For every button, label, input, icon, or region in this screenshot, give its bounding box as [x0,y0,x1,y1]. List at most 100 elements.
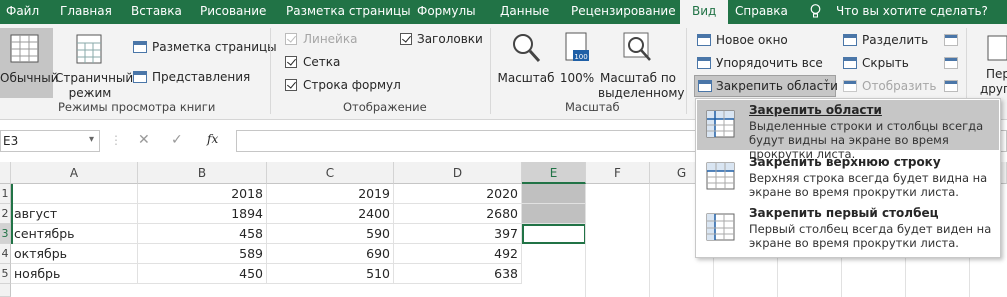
gridlines-checkbox[interactable] [285,56,297,68]
row-header[interactable]: 1 [0,184,11,204]
row-header[interactable]: 2 [0,204,11,224]
name-box[interactable]: E3 ▾ [0,130,100,152]
name-box-value: E3 [3,134,19,148]
page-break-preview-button[interactable]: Разметка страницы [152,40,277,54]
unhide-button[interactable]: Отобразить [862,79,936,93]
zoom-selection-icon [623,32,651,61]
row-header[interactable] [0,284,11,297]
freeze-panes-label: Закрепить области [716,79,838,93]
page-break-preview-icon [133,41,147,53]
hide-button[interactable]: Скрыть [862,56,909,70]
insert-function-icon[interactable]: fx [207,132,218,146]
cell-a4[interactable]: октябрь [11,244,138,264]
cell-a3[interactable]: сентябрь [11,224,138,244]
page-layout-label-2: режим [68,86,112,100]
select-all-corner[interactable] [0,162,11,184]
split-icon [843,34,857,46]
column-header-d[interactable]: D [394,162,522,184]
zoom-selection-label-1: Масштаб по [599,71,677,85]
row-header[interactable]: 4 [0,244,11,264]
menu-item-freeze-top-row[interactable]: Закрепить верхнюю строку Верхняя строка … [697,152,999,202]
freeze-panes-icon [698,80,712,92]
column-header-f[interactable]: F [586,162,650,184]
cell-d2[interactable]: 2680 [394,204,522,224]
custom-views-button[interactable]: Представления [152,70,250,84]
column-header-c[interactable]: C [267,162,394,184]
column-header-b[interactable]: B [138,162,267,184]
freeze-top-row-icon [706,162,735,190]
normal-view-button[interactable]: Обычный [0,28,59,98]
headings-checkbox[interactable] [400,33,412,45]
freeze-first-column-icon [706,213,735,241]
zoom-100-label: 100% [559,71,595,85]
cell-b3[interactable]: 458 [138,224,267,244]
gridline [649,184,650,297]
menu-item-freeze-first-column[interactable]: Закрепить первый столбец Первый столбец … [697,203,999,253]
synchronous-scrolling-icon[interactable] [944,57,958,69]
freeze-panes-icon [706,110,735,138]
zoom-button[interactable]: Масштаб [497,28,555,98]
tab-home[interactable]: Главная [60,0,112,24]
tab-help[interactable]: Справка [735,0,788,24]
ribbon-tab-bar: Файл Главная Вставка Рисование Разметка … [0,0,1007,24]
cancel-icon[interactable]: ✕ [138,132,150,148]
page-layout-icon [76,34,102,64]
cell-c4[interactable]: 690 [267,244,394,264]
split-button[interactable]: Разделить [862,33,928,47]
column-header-a[interactable]: A [11,162,138,184]
row-header[interactable]: 3 [0,224,11,244]
cell-a2[interactable]: август [11,204,138,224]
cell-e2[interactable] [522,204,586,224]
reset-window-position-icon[interactable] [944,80,958,92]
new-window-button[interactable]: Новое окно [716,33,788,47]
cell-a5[interactable]: ноябрь [11,264,138,284]
zoom-to-selection-button[interactable]: Масштаб по выделенному [598,28,684,100]
tab-formulas[interactable]: Формулы [417,0,476,24]
row-header[interactable]: 5 [0,264,11,284]
formula-bar-checkbox[interactable] [285,79,297,91]
switch-windows-label-2[interactable]: другого [980,82,1007,96]
gridline [585,184,586,297]
switch-windows-label-1[interactable]: Пер [986,67,1007,81]
arrange-all-button[interactable]: Упорядочить все [716,56,823,70]
cell-d1[interactable]: 2020 [394,184,522,204]
tab-page-layout[interactable]: Разметка страницы [286,0,411,24]
tab-review[interactable]: Рецензирование [571,0,676,24]
cell-b2[interactable]: 1894 [138,204,267,224]
cell-d5[interactable]: 638 [394,264,522,284]
tab-data[interactable]: Данные [500,0,549,24]
freeze-panes-menu: Закрепить области Выделенные строки и ст… [695,98,1001,258]
cell-c2[interactable]: 2400 [267,204,394,224]
cell-c5[interactable]: 510 [267,264,394,284]
menu-desc: Первый столбец всегда будет виден на экр… [749,222,992,250]
cell-a1[interactable] [11,184,138,204]
ruler-checkbox[interactable] [285,33,297,45]
enter-icon[interactable]: ✓ [171,132,183,148]
tab-file[interactable]: Файл [6,0,39,24]
menu-item-freeze-panes[interactable]: Закрепить области Выделенные строки и ст… [697,100,999,161]
new-window-icon [697,34,711,46]
cell-b5[interactable]: 450 [138,264,267,284]
menu-title: Закрепить первый столбец [749,206,939,220]
cell-d3[interactable]: 397 [394,224,522,244]
lightbulb-icon [810,4,821,19]
tab-insert[interactable]: Вставка [131,0,182,24]
cell-e3-selected[interactable] [522,224,586,244]
tab-draw[interactable]: Рисование [200,0,266,24]
cell-d4[interactable]: 492 [394,244,522,264]
page-layout-button[interactable]: Страничный режим [55,28,133,100]
column-header-e[interactable]: E [522,162,586,184]
zoom-100-button[interactable]: 100 100% [559,28,595,98]
cell-b1[interactable]: 2018 [138,184,267,204]
unhide-icon [843,80,857,92]
freeze-panes-button[interactable]: Закрепить области ˅ [694,75,838,97]
cell-b4[interactable]: 589 [138,244,267,264]
tab-view[interactable]: Вид [680,0,729,24]
cell-c3[interactable]: 590 [267,224,394,244]
menu-desc: Верхняя строка всегда будет видна на экр… [749,171,988,199]
view-side-by-side-icon[interactable] [944,34,958,46]
tell-me-search[interactable]: Что вы хотите сделать? [836,0,988,24]
cell-e1[interactable] [522,184,586,204]
ruler-label: Линейка [303,32,358,46]
cell-c1[interactable]: 2019 [267,184,394,204]
